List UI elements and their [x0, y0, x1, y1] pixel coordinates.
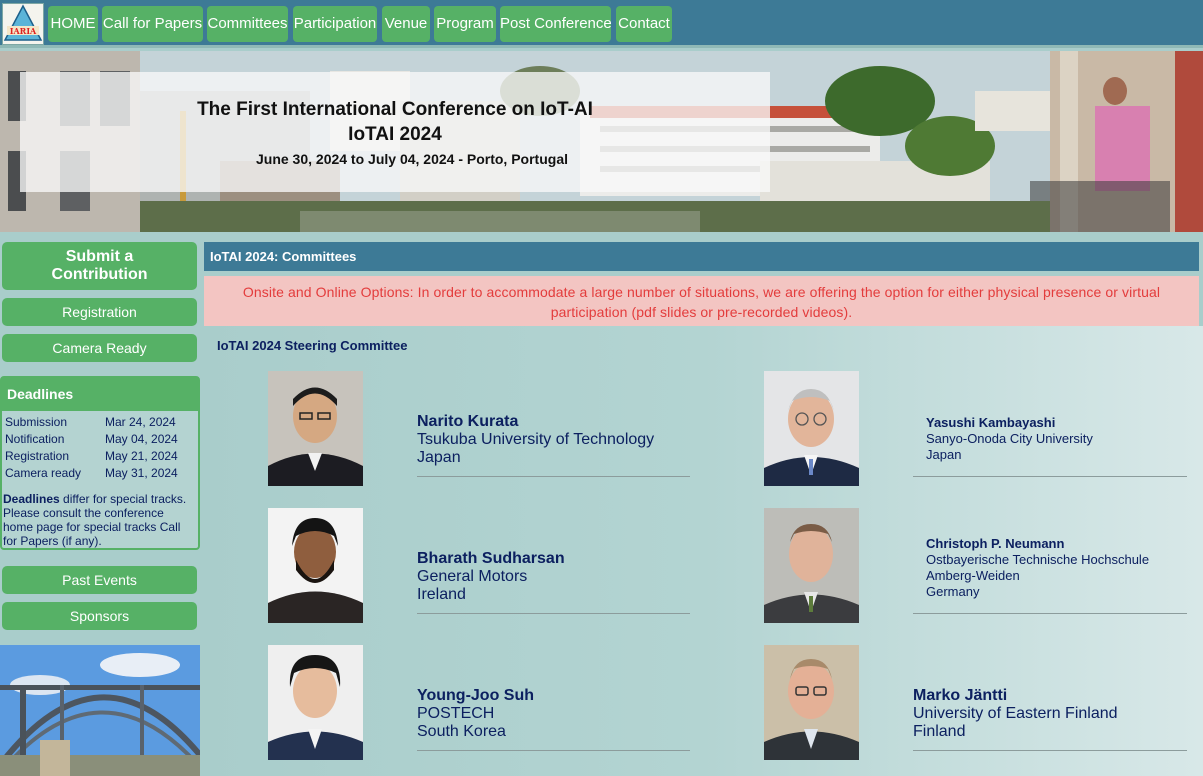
- deadline-date: May 04, 2024: [105, 432, 178, 446]
- nav-post-conference[interactable]: Post Conference: [500, 6, 612, 42]
- bridge-image: [0, 645, 200, 776]
- portrait-image: [764, 508, 859, 623]
- deadline-label: Notification: [5, 432, 65, 446]
- member-affiliation: University of Eastern Finland: [913, 705, 1118, 722]
- svg-text:IARIA: IARIA: [10, 26, 37, 36]
- member-divider: [913, 476, 1187, 477]
- member-affiliation-2: Amberg-Weiden: [926, 568, 1020, 583]
- member-photo: [764, 371, 859, 486]
- member-photo: [268, 508, 363, 623]
- member-affiliation: Tsukuba University of Technology: [417, 431, 655, 448]
- member-affiliation: General Motors: [417, 568, 528, 585]
- deadline-label: Camera ready: [5, 466, 82, 480]
- member-photo: [764, 508, 859, 623]
- submit-contribution-button[interactable]: Submit a Contribution: [2, 242, 197, 290]
- deadline-label: Submission: [5, 415, 68, 429]
- member-divider: [913, 750, 1187, 751]
- committees-header: IoTAI 2024: Committees: [204, 242, 1199, 271]
- member-affiliation: POSTECH: [417, 705, 495, 722]
- nav-home[interactable]: HOME: [48, 6, 98, 42]
- conference-acronym: IoTAI 2024: [348, 124, 442, 145]
- nav-participation[interactable]: Participation: [293, 6, 377, 42]
- member-card: Narito Kurata Tsukuba University of Tech…: [417, 413, 654, 467]
- member-divider: [417, 613, 690, 614]
- deadline-date: Mar 24, 2024: [105, 415, 176, 429]
- member-country: South Korea: [417, 723, 506, 740]
- member-name: Bharath Sudharsan: [417, 550, 565, 567]
- deadlines-note-bold: Deadlines: [3, 492, 60, 506]
- member-country: Japan: [417, 449, 461, 466]
- nav-call-for-papers[interactable]: Call for Papers: [102, 6, 203, 42]
- portrait-image: [268, 508, 363, 623]
- member-name: Yasushi Kambayashi: [926, 415, 1056, 430]
- member-country: Finland: [913, 723, 966, 740]
- portrait-image: [764, 645, 859, 760]
- iaria-logo-icon: IARIA: [3, 4, 43, 41]
- member-divider: [913, 613, 1187, 614]
- member-photo: [764, 645, 859, 760]
- bridge-photo: [0, 645, 200, 776]
- member-divider: [417, 476, 690, 477]
- member-name: Christoph P. Neumann: [926, 536, 1065, 551]
- camera-ready-button[interactable]: Camera Ready: [2, 334, 197, 362]
- member-card: Bharath Sudharsan General Motors Ireland: [417, 550, 565, 604]
- member-country: Japan: [926, 447, 962, 462]
- deadline-date: May 21, 2024: [105, 449, 178, 463]
- onsite-online-notice: Onsite and Online Options: In order to a…: [204, 276, 1199, 326]
- nav-program[interactable]: Program: [434, 6, 496, 42]
- member-card: Yasushi Kambayashi Sanyo-Onoda City Univ…: [926, 415, 1093, 463]
- member-divider: [417, 750, 690, 751]
- member-country: Germany: [926, 584, 980, 599]
- top-navigation: IARIA HOME Call for Papers Committees Pa…: [0, 0, 1203, 48]
- conference-dates: June 30, 2024 to July 04, 2024 - Porto, …: [255, 151, 568, 167]
- sponsors-button[interactable]: Sponsors: [2, 602, 197, 630]
- member-country: Ireland: [417, 586, 466, 603]
- member-photo: [268, 371, 363, 486]
- member-name: Marko Jäntti: [913, 687, 1008, 704]
- member-affiliation: Ostbayerische Technische Hochschule: [926, 552, 1150, 567]
- deadlines-note: Deadlines differ for special tracks. Ple…: [3, 492, 195, 548]
- nav-committees[interactable]: Committees: [207, 6, 288, 42]
- deadline-date: May 31, 2024: [105, 466, 178, 480]
- portrait-image: [764, 371, 859, 486]
- member-name: Narito Kurata: [417, 413, 519, 430]
- conference-title: The First International Conference on Io…: [197, 99, 593, 120]
- steering-committee-title: IoTAI 2024 Steering Committee: [217, 338, 408, 353]
- member-card: Christoph P. Neumann Ostbayerische Techn…: [926, 536, 1149, 600]
- banner-porto: The First International Conference on Io…: [0, 51, 1203, 232]
- banner-title-box: The First International Conference on Io…: [20, 72, 770, 192]
- portrait-image: [268, 371, 363, 486]
- deadlines-panel: Deadlines Submission Mar 24, 2024 Notifi…: [0, 376, 200, 550]
- registration-button[interactable]: Registration: [2, 298, 197, 326]
- submit-line-1: Submit a: [65, 248, 134, 265]
- deadlines-title: Deadlines: [2, 378, 198, 411]
- member-card: Young-Joo Suh POSTECH South Korea: [417, 687, 534, 741]
- nav-contact[interactable]: Contact: [616, 6, 672, 42]
- member-card: Marko Jäntti University of Eastern Finla…: [913, 687, 1118, 741]
- deadline-label: Registration: [5, 449, 70, 463]
- past-events-button[interactable]: Past Events: [2, 566, 197, 594]
- iaria-logo[interactable]: IARIA: [2, 3, 44, 45]
- member-affiliation: Sanyo-Onoda City University: [926, 431, 1093, 446]
- member-photo: [268, 645, 363, 760]
- portrait-image: [268, 645, 363, 760]
- submit-line-2: Contribution: [51, 266, 148, 283]
- nav-venue[interactable]: Venue: [382, 6, 430, 42]
- member-name: Young-Joo Suh: [417, 687, 535, 704]
